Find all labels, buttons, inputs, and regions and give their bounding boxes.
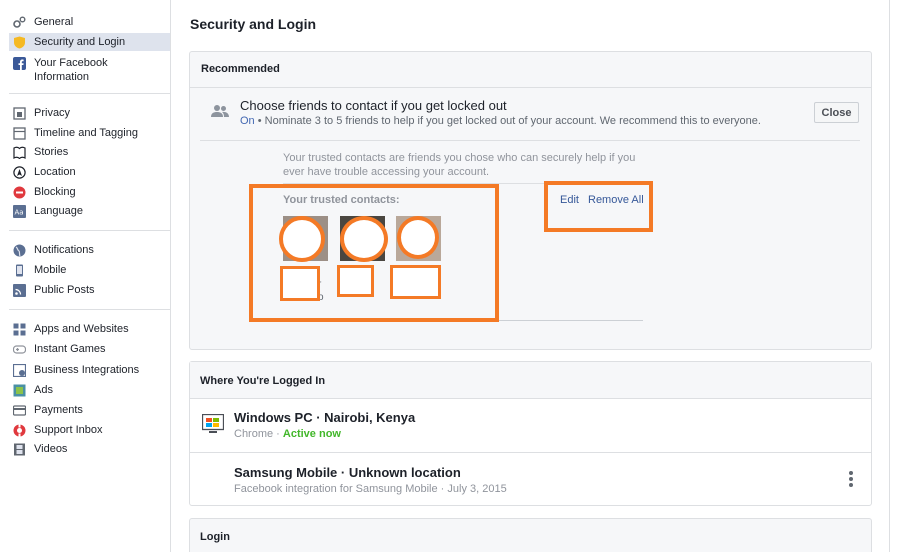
sidebar-item-payments[interactable]: Payments (9, 401, 170, 419)
sidebar-item-apps-and-websites[interactable]: Apps and Websites (9, 320, 170, 338)
session-divider (190, 452, 871, 453)
sidebar-item-public-posts[interactable]: Public Posts (9, 281, 170, 299)
close-button[interactable]: Close (814, 102, 859, 123)
sidebar-item-your-facebook-information[interactable]: Your Facebook Information (9, 54, 170, 86)
windows-pc-icon (201, 413, 225, 437)
sidebar-item-security-and-login[interactable]: Security and Login (9, 33, 170, 51)
sidebar-item-notifications[interactable]: Notifications (9, 241, 170, 259)
recommended-heading: Recommended (190, 52, 871, 88)
more-options-icon[interactable] (849, 471, 853, 489)
sidebar-item-business-integrations[interactable]: Business Integrations (9, 361, 170, 379)
settings-sidebar: General Security and Login Your Facebook… (0, 0, 171, 552)
sidebar-item-ads[interactable]: Ads (9, 381, 170, 399)
sidebar-item-label: Instant Games (34, 343, 106, 355)
location-icon (13, 166, 26, 179)
sidebar-item-privacy[interactable]: Privacy (9, 104, 170, 122)
session-title: Windows PC · Nairobi, Kenya (234, 410, 416, 425)
ads-icon (13, 384, 26, 397)
sidebar-item-label: Timeline and Tagging (34, 127, 138, 139)
status-on: On (240, 115, 255, 127)
annotation-frame-actions (544, 181, 653, 232)
sidebar-divider (9, 309, 170, 310)
session-subtitle: Facebook integration for Samsung Mobile … (234, 483, 507, 495)
trusted-contacts-subtitle: On • Nominate 3 to 5 friends to help if … (240, 115, 761, 127)
mobile-icon (13, 264, 26, 277)
globe-icon (13, 244, 26, 257)
sidebar-item-label: Blocking (34, 186, 76, 198)
sidebar-item-mobile[interactable]: Mobile (9, 261, 170, 279)
session-active-status: Active now (282, 428, 341, 440)
book-icon (13, 146, 26, 159)
rss-icon (13, 284, 26, 297)
sidebar-item-label: Public Posts (34, 284, 95, 296)
logged-in-heading: Where You're Logged In (190, 362, 871, 399)
gamepad-icon (13, 343, 26, 356)
main-right-border (889, 0, 890, 552)
facebook-icon (13, 57, 26, 70)
trusted-contacts-description: • Nominate 3 to 5 friends to help if you… (254, 115, 761, 127)
login-heading: Login (200, 531, 230, 543)
sidebar-item-language[interactable]: Aa Language (9, 202, 170, 220)
session-browser: Chrome · (234, 428, 283, 440)
sidebar-item-stories[interactable]: Stories (9, 143, 170, 161)
login-panel: Login (189, 518, 872, 552)
sidebar-item-label: Stories (34, 146, 69, 158)
sidebar-item-location[interactable]: Location (9, 163, 170, 181)
shield-icon (13, 36, 26, 49)
lifebuoy-icon (13, 424, 26, 437)
sidebar-item-label: Mobile (34, 264, 67, 276)
recommended-divider (200, 140, 860, 141)
language-icon: Aa (13, 205, 26, 218)
sidebar-item-label: Videos (34, 443, 68, 455)
sidebar-item-label: Apps and Websites (34, 323, 129, 335)
sidebar-item-videos[interactable]: Videos (9, 440, 170, 458)
timeline-icon (13, 127, 26, 140)
privacy-icon (13, 107, 26, 120)
card-icon (13, 404, 26, 417)
sidebar-item-label: Payments (34, 404, 83, 416)
session-title: Samsung Mobile · Unknown location (234, 465, 461, 480)
sidebar-item-label: Your Facebook Information (34, 57, 108, 83)
sidebar-item-label: General (34, 16, 74, 28)
annotation-frame-contacts (249, 184, 499, 322)
sidebar-item-label: Business Integrations (34, 364, 140, 376)
sidebar-item-instant-games[interactable]: Instant Games (9, 340, 170, 358)
session-subtitle: Chrome · Active now (234, 428, 341, 440)
sidebar-item-label: Privacy (34, 107, 71, 119)
svg-text:Aa: Aa (15, 209, 24, 217)
sidebar-item-support-inbox[interactable]: Support Inbox (9, 421, 170, 439)
sidebar-item-label: Notifications (34, 244, 94, 256)
sidebar-item-label: Support Inbox (34, 424, 103, 436)
trusted-contacts-title: Choose friends to contact if you get loc… (240, 98, 507, 113)
block-icon (13, 186, 26, 199)
business-icon (13, 364, 26, 377)
sidebar-item-timeline-and-tagging[interactable]: Timeline and Tagging (9, 124, 170, 142)
sidebar-item-label: Location (34, 166, 76, 178)
sidebar-item-label: Security and Login (34, 36, 126, 48)
apps-icon (13, 323, 26, 336)
sidebar-item-general[interactable]: General (9, 13, 170, 31)
trusted-contacts-explanation: Your trusted contacts are friends you ch… (283, 152, 636, 178)
sidebar-item-label: Ads (34, 384, 53, 396)
film-icon (13, 443, 26, 456)
sidebar-divider (9, 230, 170, 231)
sidebar-item-blocking[interactable]: Blocking (9, 183, 170, 201)
sidebar-divider (9, 93, 170, 94)
page-title: Security and Login (190, 16, 317, 32)
people-icon (211, 104, 229, 121)
gears-icon (13, 16, 26, 29)
sidebar-item-label: Language (34, 205, 83, 217)
